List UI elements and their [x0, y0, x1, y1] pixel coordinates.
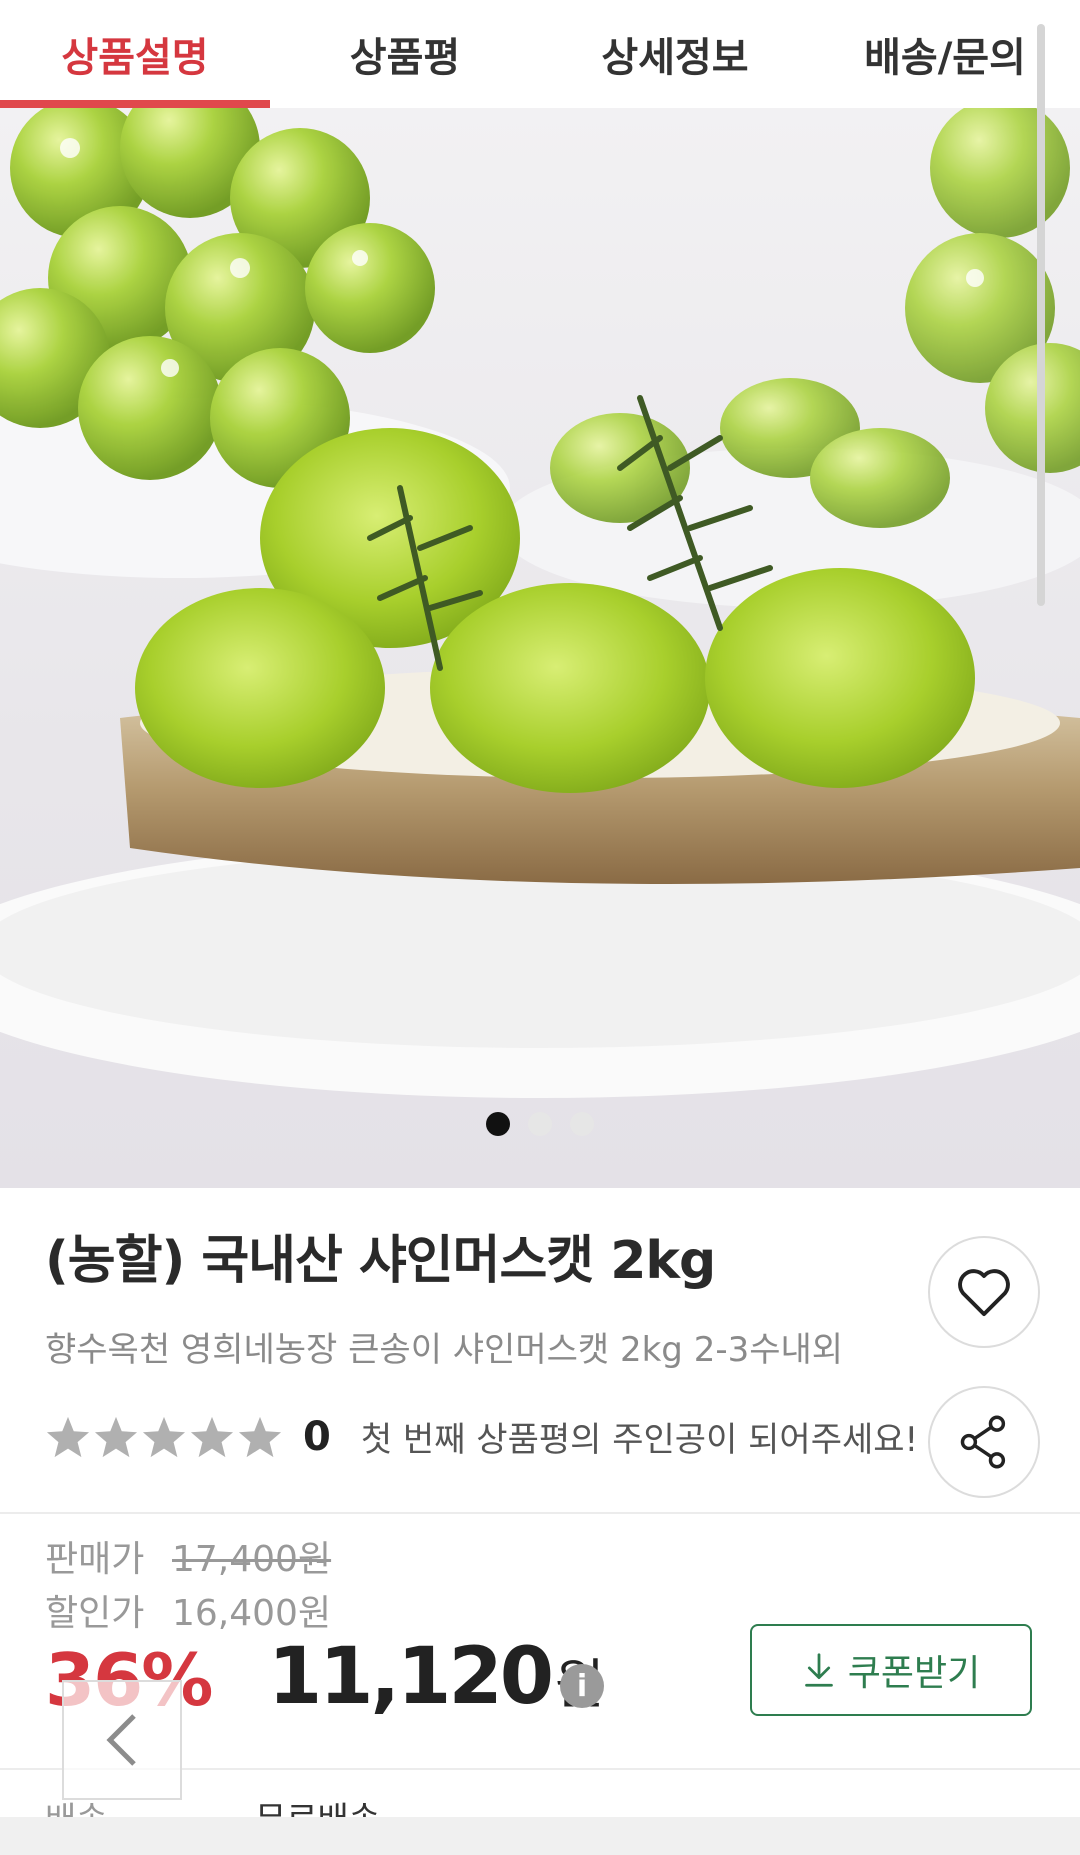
carousel-dot-3[interactable]: [570, 1112, 594, 1136]
final-price-amount: 11,120: [268, 1632, 554, 1722]
sale-price-value: 17,400원: [172, 1539, 332, 1580]
share-icon: [960, 1415, 1006, 1469]
discount-price-value: 16,400원: [172, 1593, 332, 1634]
star-icon: [94, 1416, 138, 1457]
scrollbar[interactable]: [1037, 24, 1045, 606]
star-icon: [238, 1416, 282, 1457]
heart-icon: [958, 1269, 1010, 1317]
coupon-label: 쿠폰받기: [847, 1653, 981, 1694]
tab-description[interactable]: 상품설명: [0, 0, 270, 108]
product-image[interactable]: [0, 108, 1080, 1188]
share-button[interactable]: [928, 1386, 1040, 1498]
rating-row: 0 첫 번째 상품평의 주인공이 되어주세요!: [45, 1412, 918, 1461]
wishlist-button[interactable]: [928, 1236, 1040, 1348]
carousel-dot-2[interactable]: [528, 1112, 552, 1136]
final-price: 11,120원: [268, 1632, 605, 1722]
download-icon: [804, 1653, 833, 1687]
sale-price-label: 판매가: [45, 1539, 145, 1580]
coupon-button[interactable]: 쿠폰받기: [750, 1624, 1032, 1716]
chevron-left-icon: [106, 1714, 136, 1766]
divider: [0, 1512, 1080, 1514]
carousel-dot-1[interactable]: [486, 1112, 510, 1136]
star-icon: [190, 1416, 234, 1457]
product-subtitle: 향수옥천 영희네농장 큰송이 샤인머스캣 2kg 2-3수내외: [45, 1330, 844, 1370]
bottom-bar: [0, 1817, 1080, 1855]
rating-stars[interactable]: [45, 1415, 283, 1459]
tab-details[interactable]: 상세정보: [540, 0, 810, 108]
product-title: (농할) 국내산 샤인머스캣 2kg: [45, 1231, 716, 1291]
review-prompt: 첫 번째 상품평의 주인공이 되어주세요!: [360, 1420, 919, 1460]
tab-reviews[interactable]: 상품평: [270, 0, 540, 108]
product-photo-illustration: [0, 108, 1080, 1098]
star-icon: [46, 1416, 90, 1457]
star-icon: [142, 1416, 186, 1457]
back-button[interactable]: [62, 1680, 182, 1800]
discount-price-label: 할인가: [45, 1593, 145, 1634]
info-icon[interactable]: i: [560, 1664, 604, 1708]
tab-bar: 상품설명 상품평 상세정보 배송/문의: [0, 0, 1080, 108]
review-count: 0: [303, 1413, 331, 1460]
carousel-indicator: [0, 1112, 1080, 1136]
